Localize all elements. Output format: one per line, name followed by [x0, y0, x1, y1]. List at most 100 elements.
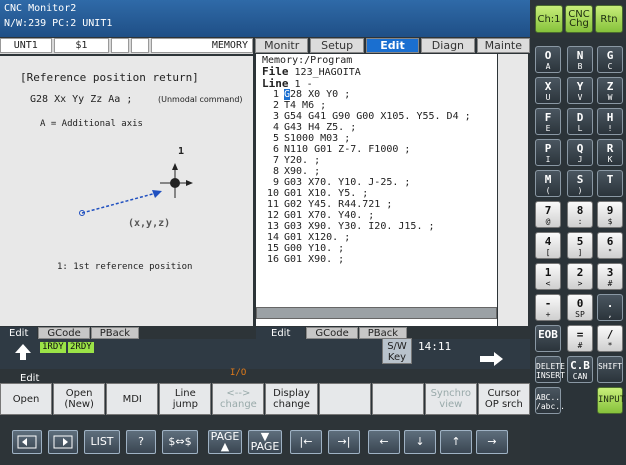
- key-z[interactable]: ZW: [597, 77, 623, 104]
- page-down-button[interactable]: ▼ PAGE: [248, 430, 282, 454]
- softkey-4[interactable]: Line jump: [159, 383, 212, 415]
- next-screen-icon[interactable]: [48, 430, 78, 454]
- key-0[interactable]: 0 SP: [567, 294, 593, 321]
- cursor-down-icon[interactable]: ↓: [404, 430, 436, 454]
- softkey-6[interactable]: Display change: [265, 383, 318, 415]
- key-8[interactable]: 8:: [567, 201, 593, 228]
- program-line[interactable]: 12 G01 X70. Y40. ;: [256, 210, 496, 221]
- program-line[interactable]: 11 G02 Y45. R44.721 ;: [256, 199, 496, 210]
- tab-setup[interactable]: Setup: [310, 38, 364, 53]
- softkey-10[interactable]: Cursor OP srch: [477, 383, 530, 415]
- key-shift[interactable]: SHIFT: [597, 356, 623, 383]
- key-p[interactable]: PI: [535, 139, 561, 166]
- key-delete[interactable]: DELETE INSERT: [535, 356, 565, 383]
- key-o[interactable]: OA: [535, 46, 561, 73]
- cnc-change-button[interactable]: CNC Chg: [565, 5, 593, 33]
- softkey-2[interactable]: Open (New): [53, 383, 106, 415]
- key-1[interactable]: 1 <: [535, 263, 561, 290]
- key-5[interactable]: 5]: [567, 232, 593, 259]
- softkey-3[interactable]: MDI: [106, 383, 159, 415]
- right-tab-edit[interactable]: Edit: [256, 327, 306, 339]
- cursor-left-icon[interactable]: ←: [368, 430, 400, 454]
- program-line[interactable]: 15 G00 Y10. ;: [256, 243, 496, 254]
- program-line[interactable]: 4 G43 H4 Z5. ;: [256, 122, 496, 133]
- help-button[interactable]: ?: [126, 430, 156, 454]
- program-line[interactable]: 14 G01 X120. ;: [256, 232, 496, 243]
- key-cb[interactable]: C.B CAN: [567, 356, 593, 383]
- softkey-5[interactable]: <--> change: [212, 383, 265, 415]
- channel-button[interactable]: Ch:1: [535, 5, 563, 33]
- key-2[interactable]: 2 >: [567, 263, 593, 290]
- program-line[interactable]: 2 T4 M6 ;: [256, 100, 496, 111]
- softkey-label-1: <-->: [226, 388, 251, 399]
- cursor-up-icon[interactable]: ↑: [440, 430, 472, 454]
- key-input[interactable]: INPUT: [597, 387, 625, 414]
- program-line[interactable]: 13 G03 X90. Y30. I20. J15. ;: [256, 221, 496, 232]
- program-input-line[interactable]: [256, 307, 497, 319]
- return-button[interactable]: Rtn: [595, 5, 623, 33]
- key-s[interactable]: S): [567, 170, 593, 197]
- key-abc[interactable]: ABC../abc..: [535, 387, 565, 414]
- key-9[interactable]: 9 $: [597, 201, 623, 228]
- left-tab-pback[interactable]: PBack: [90, 327, 140, 339]
- program-line[interactable]: 5 S1000 M03 ;: [256, 133, 496, 144]
- key-6[interactable]: 6 ": [597, 232, 623, 259]
- key-q[interactable]: QJ: [567, 139, 593, 166]
- key-r[interactable]: RK: [597, 139, 623, 166]
- up-arrow-icon[interactable]: [12, 343, 34, 361]
- program-line[interactable]: 10 G01 X10. Y5. ;: [256, 188, 496, 199]
- status-cell-4: [130, 38, 149, 53]
- key-g[interactable]: GC: [597, 46, 623, 73]
- prev-screen-icon[interactable]: [12, 430, 42, 454]
- line-start-icon[interactable]: |←: [290, 430, 322, 454]
- program-line[interactable]: 16 G01 X90. ;: [256, 254, 496, 265]
- program-line[interactable]: 7 Y20. ;: [256, 155, 496, 166]
- softkey-7[interactable]: [318, 383, 371, 415]
- sw-key-button[interactable]: S/W Key: [382, 338, 412, 364]
- tab-mainte[interactable]: Mainte: [476, 38, 531, 53]
- key-8-0[interactable]: - +: [535, 294, 561, 321]
- key-main-label: EOB: [538, 328, 558, 341]
- key-y[interactable]: YV: [567, 77, 593, 104]
- key-eob[interactable]: EOB: [535, 325, 561, 352]
- program-line[interactable]: 1 G28 X0 Y0 ;: [256, 89, 496, 100]
- softkey-8[interactable]: [371, 383, 424, 415]
- softkey-9[interactable]: Synchro view: [424, 383, 477, 415]
- list-button[interactable]: LIST: [84, 430, 120, 454]
- key-h[interactable]: H!: [597, 108, 623, 135]
- key-8-2[interactable]: .,: [597, 294, 623, 321]
- page-up-button[interactable]: PAGE ▲: [208, 430, 242, 454]
- key-sub-label: CAN: [572, 372, 588, 381]
- tab-edit[interactable]: Edit: [365, 38, 420, 53]
- key-d[interactable]: DL: [567, 108, 593, 135]
- right-tab-gcode[interactable]: GCode: [306, 327, 358, 339]
- program-line[interactable]: 8 X90. ;: [256, 166, 496, 177]
- unit-cell: UNT1: [0, 38, 52, 53]
- program-line[interactable]: 6 N110 G01 Z-7. F1000 ;: [256, 144, 496, 155]
- key-9-2[interactable]: / *: [597, 325, 623, 352]
- key-9-1[interactable]: = #: [567, 325, 593, 352]
- part-system-switch-button[interactable]: $⇔$: [162, 430, 198, 454]
- key-4[interactable]: 4[: [535, 232, 561, 259]
- key-3[interactable]: 3 #: [597, 263, 623, 290]
- tab-diagn[interactable]: Diagn: [421, 38, 475, 53]
- softkey-label-2: change: [220, 399, 257, 410]
- left-tab-edit[interactable]: Edit: [0, 327, 38, 339]
- softkey-1[interactable]: Open: [0, 383, 53, 415]
- key-7[interactable]: 7 @: [535, 201, 561, 228]
- key-f[interactable]: FE: [535, 108, 561, 135]
- program-line[interactable]: 9 G03 X70. Y10. J-25. ;: [256, 177, 496, 188]
- right-arrow-icon[interactable]: [478, 351, 504, 367]
- left-tab-gcode[interactable]: GCode: [38, 327, 90, 339]
- program-scrollbar[interactable]: [498, 54, 528, 326]
- program-line[interactable]: 3 G54 G41 G90 G00 X105. Y55. D4 ;: [256, 111, 496, 122]
- tab-monitr[interactable]: Monitr: [255, 38, 309, 53]
- key-m[interactable]: M(: [535, 170, 561, 197]
- line-end-icon[interactable]: →|: [328, 430, 360, 454]
- line-text: Y20. ;: [284, 155, 321, 166]
- key-t[interactable]: T: [597, 170, 623, 197]
- key-n[interactable]: NB: [567, 46, 593, 73]
- cursor-right-icon[interactable]: →: [476, 430, 508, 454]
- key-x[interactable]: XU: [535, 77, 561, 104]
- program-editor[interactable]: Memory:/Program File 123_HAGOITA Line 1 …: [256, 54, 497, 326]
